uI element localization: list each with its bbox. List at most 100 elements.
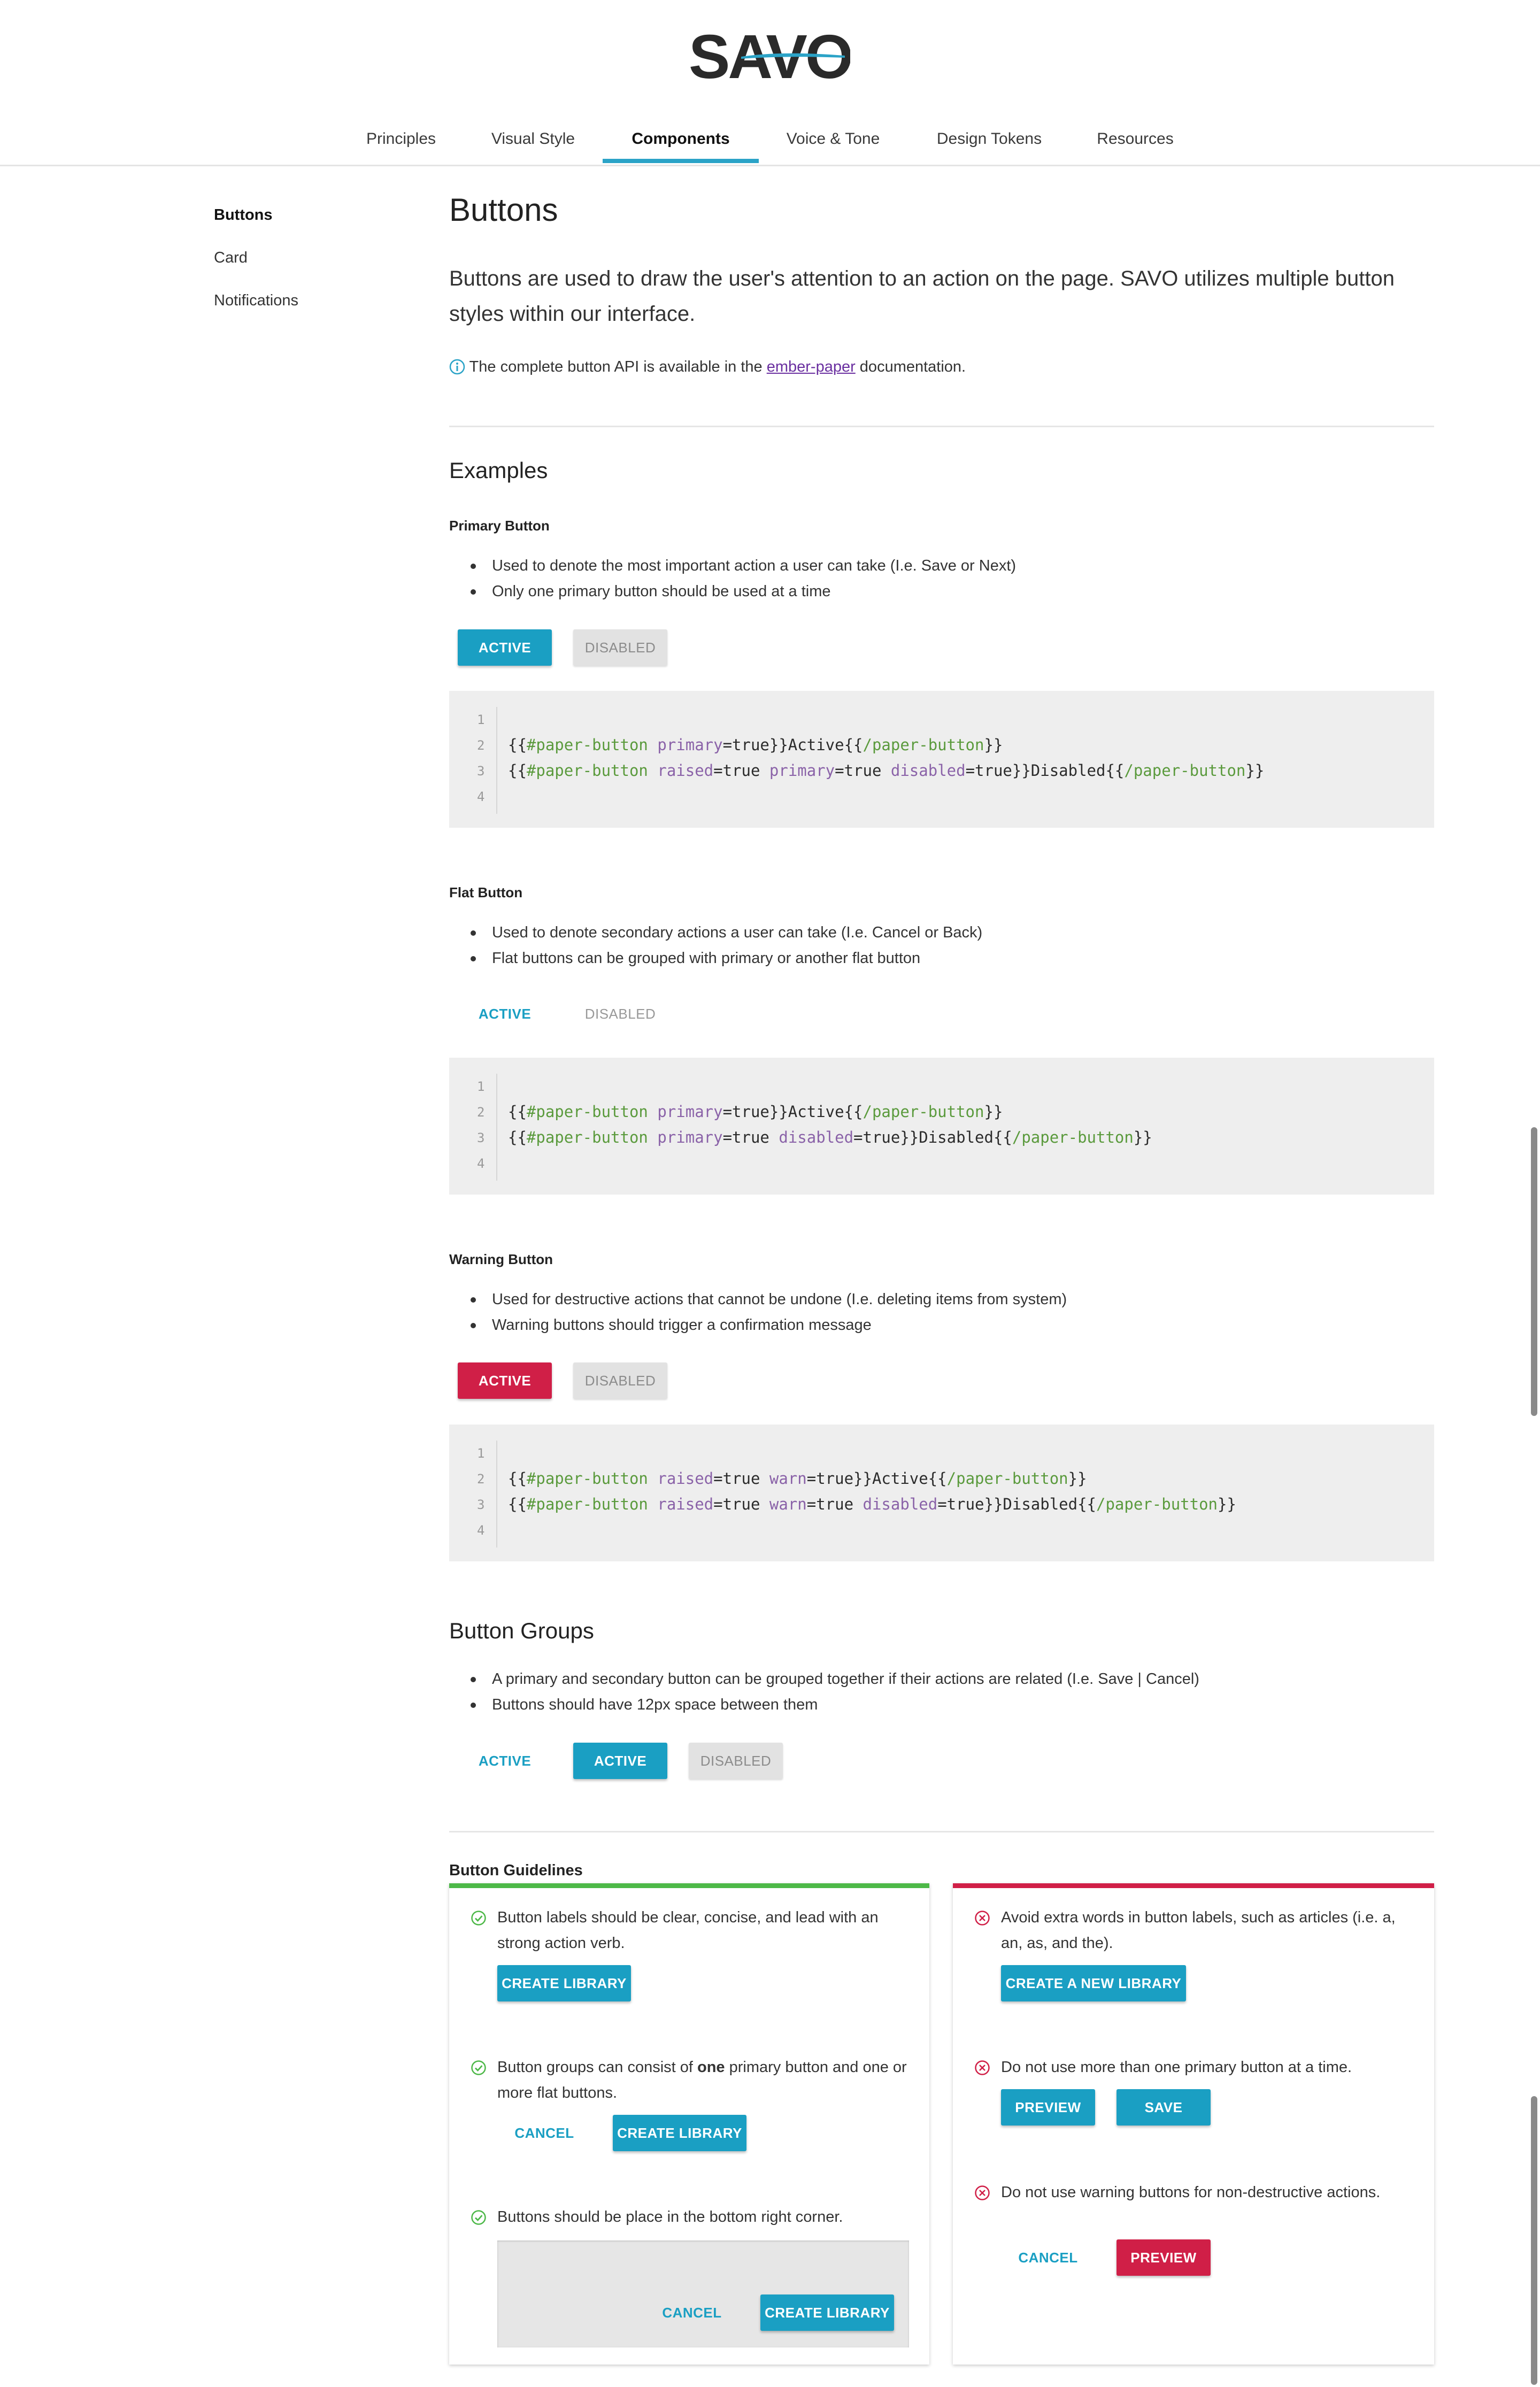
code-text-token: {{	[508, 736, 527, 754]
sidebar-item-card[interactable]: Card	[214, 249, 248, 267]
line-number: 1	[477, 1079, 485, 1094]
text-emphasis: one	[697, 2059, 725, 2076]
warning-button-bullets: Used for destructive actions that cannot…	[449, 1287, 1067, 1338]
code-text-token: }}	[1068, 1469, 1087, 1488]
code-tag-token: #paper-button	[526, 1128, 648, 1146]
code-attr-token: warn	[769, 1469, 807, 1488]
code-tag-token: /paper-button	[1012, 1128, 1134, 1146]
group-flat-button[interactable]: ACTIVE	[458, 1743, 552, 1779]
preview-warn-button[interactable]: PREVIEW	[1116, 2239, 1211, 2276]
cancel-button[interactable]: CANCEL	[1001, 2239, 1095, 2276]
code-text-token: =true}}Disabled{{	[965, 761, 1125, 780]
code-text-token: =true}}Disabled{{	[853, 1128, 1012, 1146]
nav-voice-tone[interactable]: Voice & Tone	[773, 117, 893, 165]
group-disabled-button: DISABLED	[689, 1743, 783, 1779]
code-text-token: {{	[508, 1495, 527, 1513]
code-tag-token: /paper-button	[1096, 1495, 1218, 1513]
code-line: {{#paper-button raised=true warn=true}}A…	[508, 1469, 1087, 1488]
create-library-button[interactable]: CREATE LIBRARY	[760, 2294, 894, 2331]
primary-disabled-button: DISABLED	[573, 629, 667, 666]
info-text-suffix: documentation.	[855, 358, 966, 375]
flat-active-button[interactable]: ACTIVE	[458, 996, 552, 1032]
scrollbar-thumb[interactable]	[1531, 2096, 1537, 2385]
do-accent-bar	[449, 1883, 929, 1888]
cancel-button[interactable]: CANCEL	[497, 2115, 591, 2151]
code-text-token: =true}}Active{{	[722, 736, 863, 754]
create-library-button[interactable]: CREATE LIBRARY	[497, 1965, 631, 2001]
code-line: {{#paper-button primary=true disabled=tr…	[508, 1128, 1152, 1146]
nav-active-indicator	[603, 159, 759, 163]
code-tag-token: #paper-button	[526, 761, 648, 780]
list-item: Flat buttons can be grouped with primary…	[449, 945, 982, 971]
preview-button[interactable]: PREVIEW	[1001, 2089, 1095, 2126]
code-text-token: =true}}Active{{	[722, 1103, 863, 1121]
code-tag-token: /paper-button	[946, 1469, 1068, 1488]
flat-button-bullets: Used to denote secondary actions a user …	[449, 920, 982, 971]
warning-active-button[interactable]: ACTIVE	[458, 1362, 552, 1399]
sidebar-item-notifications[interactable]: Notifications	[214, 292, 298, 310]
code-attr-token: primary	[769, 761, 835, 780]
code-text-token: =true	[806, 1495, 863, 1513]
code-tag-token: #paper-button	[526, 1495, 648, 1513]
primary-code-block[interactable]: 1 2 3 4 {{#paper-button primary=true}}Ac…	[449, 691, 1434, 828]
flat-button-title: Flat Button	[449, 884, 523, 900]
code-text-token: =true	[835, 761, 891, 780]
api-info-note: The complete button API is available in …	[449, 358, 966, 376]
nav-design-tokens[interactable]: Design Tokens	[921, 117, 1058, 165]
cancel-button[interactable]: CANCEL	[645, 2294, 739, 2331]
code-text-token: =true	[713, 1495, 769, 1513]
ember-paper-link[interactable]: ember-paper	[767, 358, 856, 375]
examples-heading: Examples	[449, 458, 548, 483]
guidelines-do-card: Button labels should be clear, concise, …	[449, 1883, 929, 2365]
guidelines-dont-card: Avoid extra words in button labels, such…	[953, 1883, 1434, 2365]
code-attr-token: disabled	[890, 761, 966, 780]
list-item: Buttons should have 12px space between t…	[449, 1692, 1199, 1718]
primary-button-bullets: Used to denote the most important action…	[449, 553, 1016, 604]
code-attr-token: primary	[657, 736, 723, 754]
x-circle-icon	[975, 1911, 990, 1926]
text-part: Button groups can consist of	[497, 2059, 697, 2076]
nav-components[interactable]: Components	[603, 117, 759, 165]
create-a-new-library-button[interactable]: CREATE A NEW LIBRARY	[1001, 1965, 1186, 2001]
code-text-token: {{	[508, 1469, 527, 1488]
code-text-token: =true	[713, 1469, 769, 1488]
scrollbar-thumb[interactable]	[1531, 1127, 1537, 1416]
code-attr-token: raised	[657, 761, 714, 780]
code-text-token: }}	[984, 736, 1003, 754]
code-text-token: }}	[1245, 761, 1265, 780]
code-text-token: =true}}Active{{	[806, 1469, 947, 1488]
savo-logo[interactable]: SAVO	[689, 22, 853, 91]
sidebar-item-buttons[interactable]: Buttons	[214, 206, 273, 224]
warning-code-block[interactable]: 1 2 3 4 {{#paper-button raised=true warn…	[449, 1424, 1434, 1561]
check-circle-icon	[471, 1911, 486, 1926]
code-text-token: =true	[713, 761, 769, 780]
list-item: Warning buttons should trigger a confirm…	[449, 1312, 1067, 1338]
code-text-token: =true	[722, 1128, 779, 1146]
create-library-button[interactable]: CREATE LIBRARY	[613, 2115, 746, 2151]
code-line: {{#paper-button primary=true}}Active{{/p…	[508, 736, 1003, 754]
info-icon	[449, 359, 465, 375]
nav-principles[interactable]: Principles	[353, 117, 449, 165]
check-circle-icon	[471, 2210, 486, 2225]
dont-accent-bar	[953, 1883, 1434, 1888]
list-item: Used for destructive actions that cannot…	[449, 1287, 1067, 1312]
list-item: Used to denote secondary actions a user …	[449, 920, 982, 945]
code-text-token: {{	[508, 1103, 527, 1121]
flat-code-block[interactable]: 1 2 3 4 {{#paper-button primary=true}}Ac…	[449, 1058, 1434, 1195]
nav-resources[interactable]: Resources	[1084, 117, 1186, 165]
primary-active-button[interactable]: ACTIVE	[458, 629, 552, 666]
code-gutter	[449, 707, 497, 814]
nav-visual-style[interactable]: Visual Style	[477, 117, 589, 165]
list-item: Only one primary button should be used a…	[449, 579, 1016, 604]
line-number: 4	[477, 789, 485, 804]
line-number: 2	[477, 738, 485, 753]
code-attr-token: primary	[657, 1128, 723, 1146]
group-primary-button[interactable]: ACTIVE	[573, 1743, 667, 1779]
line-number: 3	[477, 1130, 485, 1145]
save-button[interactable]: SAVE	[1116, 2089, 1211, 2126]
